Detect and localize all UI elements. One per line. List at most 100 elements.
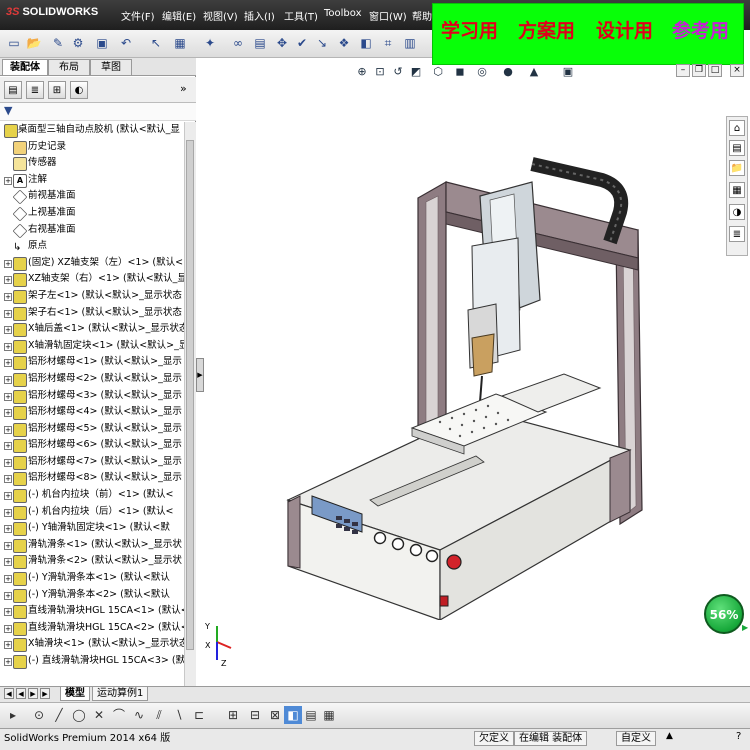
- tree-item[interactable]: + 铝形材螺母<5> (默认<默认>_显示: [0, 421, 184, 438]
- tree-item[interactable]: + 铝形材螺母<2> (默认<默认>_显示: [0, 371, 184, 388]
- configuration-icon[interactable]: ⊞: [48, 81, 66, 99]
- hide-show-icon[interactable]: ◎: [474, 64, 490, 80]
- mirror-icon[interactable]: ⊏: [190, 706, 208, 724]
- open-icon[interactable]: 📂: [24, 34, 44, 52]
- expand-icon[interactable]: +: [4, 342, 12, 351]
- trim-icon[interactable]: ✕: [90, 706, 108, 724]
- measure-icon[interactable]: ↘: [312, 34, 332, 52]
- menu-edit[interactable]: 编辑(E): [162, 8, 196, 24]
- design-library-icon[interactable]: 📁: [729, 160, 745, 176]
- tree-item[interactable]: + 铝形材螺母<6> (默认<默认>_显示: [0, 437, 184, 454]
- expand-icon[interactable]: +: [4, 575, 12, 584]
- tree-item[interactable]: + 铝形材螺母<1> (默认<默认>_显示: [0, 354, 184, 371]
- point-icon[interactable]: ⊙: [30, 706, 48, 724]
- select-icon[interactable]: ↖: [146, 34, 166, 52]
- minimize-icon[interactable]: –: [676, 64, 690, 77]
- tree-item[interactable]: 传感器: [0, 155, 184, 172]
- section-icon[interactable]: ◧: [356, 34, 376, 52]
- tab-model[interactable]: 模型: [60, 687, 90, 701]
- tree-item[interactable]: + (-) 机台内拉块（后）<1> (默认<: [0, 504, 184, 521]
- expand-icon[interactable]: +: [4, 359, 12, 368]
- tree-item[interactable]: + 架子左<1> (默认<默认>_显示状态: [0, 288, 184, 305]
- expand-icon[interactable]: +: [4, 292, 12, 301]
- menu-file[interactable]: 文件(F): [121, 8, 155, 24]
- tree-item[interactable]: + (固定) XZ轴支架（左）<1> (默认<: [0, 255, 184, 272]
- file-explorer-icon[interactable]: ▦: [729, 182, 745, 198]
- solidworks-logo[interactable]: 3S SOLIDWORKS: [6, 6, 104, 26]
- home-icon[interactable]: ⌂: [729, 120, 745, 136]
- tree-item[interactable]: 历史记录: [0, 139, 184, 156]
- expand-icon[interactable]: +: [4, 442, 12, 451]
- block-icon[interactable]: ▦: [320, 706, 338, 724]
- tab-last-icon[interactable]: ▶: [40, 688, 50, 699]
- check-icon[interactable]: ✔: [292, 34, 312, 52]
- expand-icon[interactable]: +: [4, 309, 12, 318]
- selected-tool-icon[interactable]: ◧: [284, 706, 302, 724]
- tree-item[interactable]: + 滑轨滑条<1> (默认<默认>_显示状: [0, 537, 184, 554]
- toolbar-arrow-icon[interactable]: ▸: [4, 706, 22, 724]
- panel-collapse-handle[interactable]: ▶: [196, 358, 204, 392]
- tree-item[interactable]: 前视基准面: [0, 188, 184, 205]
- line-icon[interactable]: ╱: [50, 706, 68, 724]
- sheet-icon[interactable]: ▥: [400, 34, 420, 52]
- tree-item[interactable]: + (-) Y轴滑轨固定块<1> (默认<默: [0, 520, 184, 537]
- expand-icon[interactable]: +: [4, 375, 12, 384]
- menu-window[interactable]: 窗口(W): [369, 8, 407, 24]
- tree-item[interactable]: + 滑轨滑条<2> (默认<默认>_显示状: [0, 553, 184, 570]
- rebuild-icon[interactable]: ⚙: [68, 34, 88, 52]
- help-icon[interactable]: ?: [736, 731, 748, 745]
- move-icon[interactable]: ✥: [272, 34, 292, 52]
- tree-item[interactable]: + X轴滑块<1> (默认<默认>_显示状态: [0, 636, 184, 653]
- tree-item[interactable]: + (-) Y滑轨滑条本<2> (默认<默认: [0, 587, 184, 604]
- expand-icon[interactable]: +: [4, 458, 12, 467]
- expand-icon[interactable]: +: [4, 558, 12, 567]
- display-style-icon[interactable]: ◼: [452, 64, 468, 80]
- expand-icon[interactable]: +: [4, 624, 12, 633]
- resources-icon[interactable]: ▤: [729, 140, 745, 156]
- tree-item[interactable]: + 铝形材螺母<4> (默认<默认>_显示: [0, 404, 184, 421]
- panel-more-button[interactable]: »: [180, 82, 192, 98]
- arc-icon[interactable]: ⌒: [110, 706, 128, 724]
- tree-item[interactable]: + (-) 直线滑轨滑块HGL 15CA<3> (默: [0, 653, 184, 670]
- pen-icon[interactable]: ✎: [48, 34, 68, 52]
- tree-item[interactable]: 上视基准面: [0, 205, 184, 222]
- expand-icon[interactable]: +: [4, 425, 12, 434]
- menu-view[interactable]: 视图(V): [203, 8, 238, 24]
- undo-icon[interactable]: ↶: [116, 34, 136, 52]
- custom-properties-icon[interactable]: ≣: [729, 226, 745, 242]
- tab-assembly[interactable]: 装配体: [2, 59, 48, 75]
- dimension-icon[interactable]: ⌗: [378, 34, 398, 52]
- tree-item[interactable]: + 直线滑轨滑块HGL 15CA<1> (默认<: [0, 603, 184, 620]
- scene-icon[interactable]: ▲: [526, 64, 542, 80]
- zoom-to-fit-icon[interactable]: ⊕: [354, 64, 370, 80]
- circle-icon[interactable]: ◯: [70, 706, 88, 724]
- explode-icon[interactable]: ❖: [334, 34, 354, 52]
- offset-icon[interactable]: ⫽: [150, 706, 168, 724]
- expand-icon[interactable]: +: [4, 326, 12, 335]
- tab-prev-icon[interactable]: ◀: [16, 688, 26, 699]
- view-settings-icon[interactable]: ▣: [560, 64, 576, 80]
- menu-insert[interactable]: 插入(I): [244, 8, 275, 24]
- expand-icon[interactable]: +: [4, 525, 12, 534]
- zoom-area-icon[interactable]: ⊡: [372, 64, 388, 80]
- maximize-icon[interactable]: □: [708, 64, 722, 77]
- menu-tools[interactable]: 工具(T): [284, 8, 318, 24]
- view-orientation-icon[interactable]: ⬡: [430, 64, 446, 80]
- performance-gauge[interactable]: 56%: [704, 594, 744, 634]
- component-icon[interactable]: ▦: [170, 34, 190, 52]
- tab-motion-study[interactable]: 运动算例1: [92, 687, 149, 701]
- tab-layout[interactable]: 布局: [48, 59, 90, 75]
- feature-manager-icon[interactable]: ▤: [4, 81, 22, 99]
- tab-sketch[interactable]: 草图: [90, 59, 132, 75]
- link-icon[interactable]: ∞: [228, 34, 248, 52]
- assembly-icon[interactable]: ▤: [250, 34, 270, 52]
- tree-item[interactable]: ↳ 原点: [0, 238, 184, 255]
- tree-item[interactable]: + 直线滑轨滑块HGL 15CA<2> (默认<: [0, 620, 184, 637]
- appearance-icon[interactable]: ◐: [70, 81, 88, 99]
- tree-scrollbar-thumb[interactable]: [186, 140, 194, 650]
- grid-icon[interactable]: ⊞: [224, 706, 242, 724]
- spline-icon[interactable]: ∿: [130, 706, 148, 724]
- expand-icon[interactable]: +: [4, 492, 12, 501]
- filter-icon[interactable]: ▼: [4, 104, 20, 120]
- menu-help[interactable]: 帮助: [412, 8, 432, 24]
